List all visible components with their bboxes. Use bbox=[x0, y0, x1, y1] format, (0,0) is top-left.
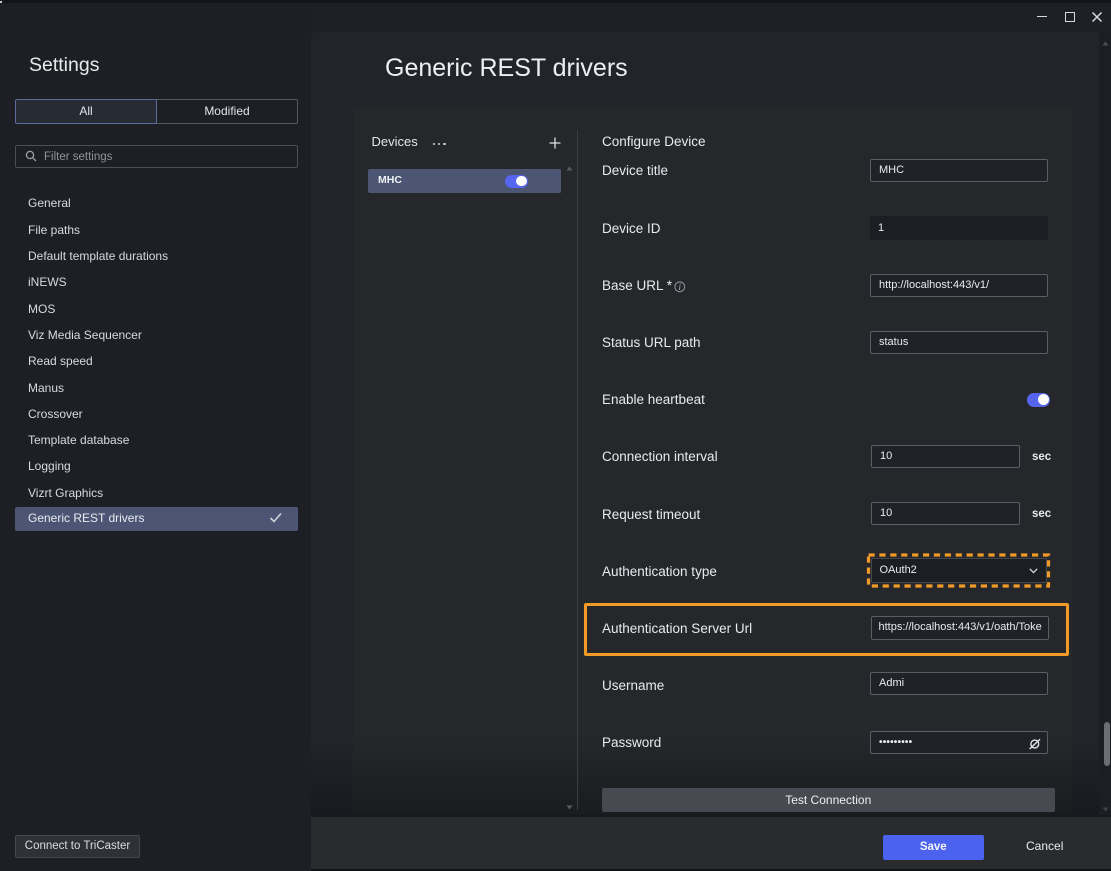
svg-text:i: i bbox=[678, 282, 681, 292]
